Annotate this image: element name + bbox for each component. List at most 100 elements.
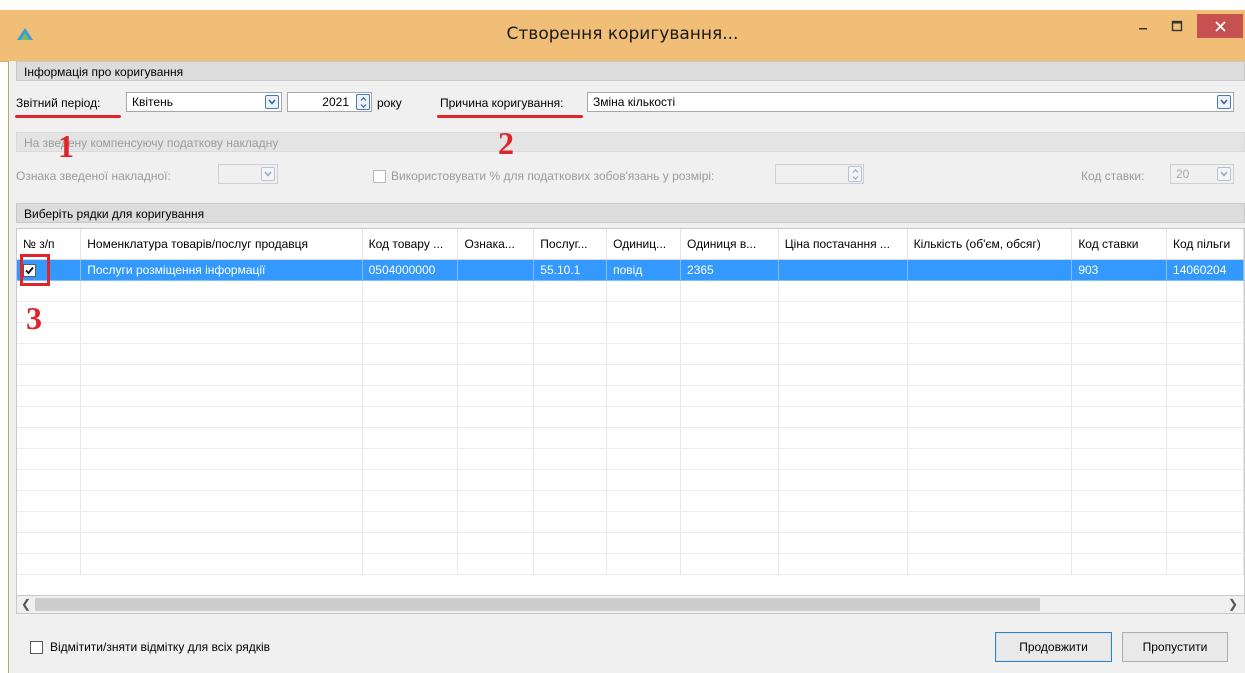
summary-sign-select[interactable]: [218, 164, 278, 184]
empty-cell: [680, 301, 779, 323]
table-row[interactable]: Послуги розміщення інформації 0504000000…: [17, 259, 1244, 281]
cell[interactable]: 2365: [680, 259, 779, 281]
toggle-all-label: Відмітити/зняти відмітку для всіх рядків: [50, 640, 271, 654]
empty-cell: [1166, 301, 1244, 323]
summary-sign-label: Ознака зведеної накладної:: [16, 169, 171, 183]
empty-cell: [457, 532, 535, 554]
column-header[interactable]: Одиниця в...: [680, 229, 779, 260]
cell[interactable]: 14060204: [1166, 259, 1244, 281]
month-select[interactable]: Квітень: [126, 92, 282, 112]
empty-cell: [680, 448, 779, 470]
cell[interactable]: 0504000000: [362, 259, 459, 281]
column-header[interactable]: Кількість (об'єм, обсяг): [907, 229, 1073, 260]
empty-cell: [778, 280, 908, 302]
empty-cell: [17, 448, 82, 470]
year-stepper[interactable]: 2021: [287, 92, 372, 112]
chevron-down-icon[interactable]: [1217, 95, 1231, 109]
toggle-all-option[interactable]: Відмітити/зняти відмітку для всіх рядків: [30, 640, 271, 655]
year-suffix: року: [377, 96, 402, 110]
empty-cell: [1071, 511, 1168, 533]
column-header[interactable]: Код товару ...: [362, 229, 459, 260]
column-header[interactable]: Послуг...: [533, 229, 608, 260]
empty-cell: [907, 301, 1073, 323]
empty-cell: [533, 427, 608, 449]
empty-cell: [362, 280, 459, 302]
empty-cell: [1166, 322, 1244, 344]
reason-select[interactable]: Зміна кількості: [587, 92, 1234, 112]
horizontal-scrollbar[interactable]: ❮ ❯: [16, 596, 1245, 614]
cell[interactable]: [907, 259, 1073, 281]
empty-cell: [1071, 553, 1168, 575]
period-underline: [15, 115, 121, 118]
chevron-down-icon[interactable]: [1217, 167, 1231, 181]
cell[interactable]: Послуги розміщення інформації: [80, 259, 363, 281]
scroll-left-icon[interactable]: ❮: [21, 597, 31, 611]
rate-code-select[interactable]: 20: [1170, 164, 1234, 184]
empty-row: [17, 406, 1244, 428]
empty-cell: [907, 427, 1073, 449]
empty-cell: [778, 490, 908, 512]
empty-cell: [457, 322, 535, 344]
column-header[interactable]: Код ставки: [1071, 229, 1168, 260]
use-percent-checkbox[interactable]: [373, 170, 386, 184]
empty-cell: [907, 280, 1073, 302]
column-header[interactable]: Ціна постачання ...: [778, 229, 908, 260]
spin-icon[interactable]: [848, 166, 862, 182]
empty-cell: [907, 511, 1073, 533]
empty-cell: [533, 532, 608, 554]
cell[interactable]: повід: [606, 259, 682, 281]
empty-cell: [907, 406, 1073, 428]
empty-cell: [533, 511, 608, 533]
empty-cell: [457, 490, 535, 512]
empty-cell: [907, 343, 1073, 365]
column-header[interactable]: Номенклатура товарів/послуг продавця: [80, 229, 363, 260]
empty-cell: [533, 364, 608, 386]
annotation-1: 1: [58, 128, 74, 164]
empty-cell: [80, 490, 363, 512]
empty-cell: [606, 364, 682, 386]
empty-cell: [680, 427, 779, 449]
empty-cell: [533, 469, 608, 491]
empty-cell: [778, 343, 908, 365]
empty-cell: [778, 448, 908, 470]
column-header[interactable]: Одиниц...: [606, 229, 682, 260]
empty-cell: [80, 469, 363, 491]
empty-cell: [457, 448, 535, 470]
empty-cell: [606, 553, 682, 575]
cell[interactable]: 903: [1071, 259, 1168, 281]
empty-cell: [907, 469, 1073, 491]
empty-cell: [778, 553, 908, 575]
scroll-right-icon[interactable]: ❯: [1228, 597, 1238, 611]
toggle-all-checkbox[interactable]: [30, 641, 43, 655]
scrollbar-thumb[interactable]: [35, 598, 1040, 611]
empty-cell: [680, 280, 779, 302]
continue-button[interactable]: Продовжити: [995, 632, 1112, 662]
chevron-down-icon[interactable]: [261, 167, 275, 181]
empty-cell: [457, 364, 535, 386]
column-header[interactable]: Ознака...: [457, 229, 535, 260]
empty-cell: [1166, 553, 1244, 575]
empty-row: [17, 469, 1244, 491]
empty-cell: [1071, 469, 1168, 491]
empty-cell: [362, 322, 459, 344]
cell[interactable]: 55.10.1: [533, 259, 608, 281]
use-percent-option[interactable]: Використовувати % для податкових зобов'я…: [373, 169, 714, 184]
empty-cell: [680, 532, 779, 554]
empty-cell: [17, 469, 82, 491]
empty-cell: [17, 385, 82, 407]
maximize-button[interactable]: [1162, 14, 1192, 38]
percent-stepper[interactable]: [775, 164, 864, 184]
close-button[interactable]: [1197, 14, 1243, 38]
empty-cell: [1071, 343, 1168, 365]
empty-cell: [457, 385, 535, 407]
skip-button[interactable]: Пропустити: [1122, 632, 1228, 662]
empty-cell: [680, 406, 779, 428]
cell[interactable]: [457, 259, 535, 281]
chevron-down-icon[interactable]: [265, 95, 279, 109]
spin-icon[interactable]: [356, 94, 370, 110]
empty-cell: [80, 448, 363, 470]
cell[interactable]: [778, 259, 908, 281]
column-header[interactable]: Код пільги: [1166, 229, 1244, 260]
minimize-button[interactable]: [1128, 14, 1158, 38]
empty-cell: [606, 532, 682, 554]
